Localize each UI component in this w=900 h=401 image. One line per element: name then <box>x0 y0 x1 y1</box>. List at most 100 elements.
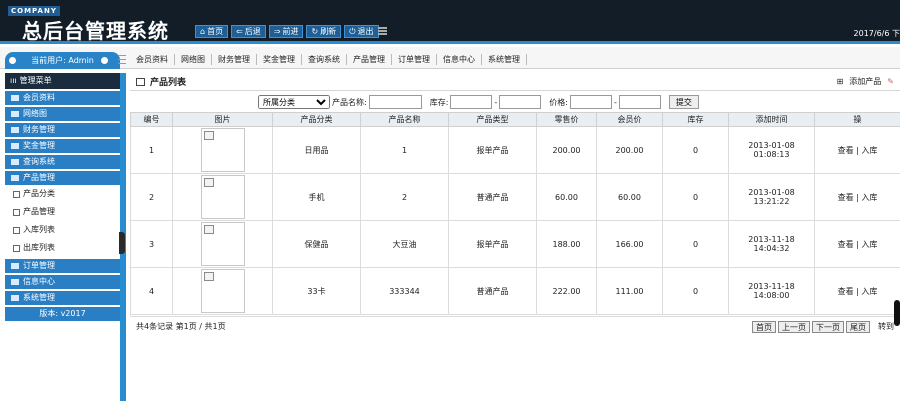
version-label: 版本: v2017 <box>5 307 120 321</box>
col-id: 编号 <box>130 112 173 127</box>
last-page-button[interactable]: 尾页 <box>846 320 870 333</box>
sidebar-sub-category[interactable]: 产品分类 <box>5 185 120 203</box>
module-system[interactable]: 系统管理 <box>482 54 527 65</box>
category-select[interactable]: 所属分类 <box>258 95 330 109</box>
module-product[interactable]: 产品管理 <box>347 54 392 65</box>
cell-id: 2 <box>130 173 173 221</box>
sidebar-item-query[interactable]: 查询系统 <box>5 155 120 169</box>
home-icon: ⌂ <box>200 27 206 36</box>
price-max-input[interactable] <box>618 95 661 109</box>
scrollbar-thumb[interactable] <box>894 300 900 326</box>
cell-name: 大豆油 <box>360 220 449 268</box>
folder-icon <box>11 111 19 117</box>
module-member[interactable]: 会员资料 <box>130 54 175 65</box>
cell-image <box>172 173 273 221</box>
table-row: 1 日用品 1 报单产品 200.00 200.00 0 2013-01-08 … <box>130 126 900 174</box>
prev-page-button[interactable]: 上一页 <box>778 320 810 333</box>
cell-member: 111.00 <box>596 267 663 315</box>
cell-category: 手机 <box>272 173 361 221</box>
folder-icon <box>11 295 19 301</box>
cell-retail: 60.00 <box>536 173 597 221</box>
cell-retail: 188.00 <box>536 220 597 268</box>
col-time: 添加时间 <box>728 112 815 127</box>
first-page-button[interactable]: 首页 <box>752 320 776 333</box>
folder-icon <box>11 159 19 165</box>
sidebar-sub-stock-out[interactable]: 出库列表 <box>5 239 120 257</box>
sidebar-item-finance[interactable]: 财务管理 <box>5 123 120 137</box>
sidebar-title: ııı 管理菜单 <box>5 73 120 89</box>
cell-stock: 0 <box>662 267 729 315</box>
record-summary: 共4条记录 第1页 / 共1页 <box>136 322 226 331</box>
cell-member: 60.00 <box>596 173 663 221</box>
document-icon <box>13 226 20 234</box>
row-actions-link[interactable]: 查看 | 入库 <box>814 126 900 174</box>
price-min-input[interactable] <box>570 95 612 109</box>
cell-time: 2013-01-08 13:21:22 <box>728 173 815 221</box>
forward-arrow-icon: ⇒ <box>273 27 281 36</box>
collapse-handle[interactable] <box>119 232 125 254</box>
sidebar-sub-manage[interactable]: 产品管理 <box>5 203 120 221</box>
panel-header: 产品列表 ⊞ 添加产品 ✎ <box>130 73 900 91</box>
cell-image <box>172 126 273 174</box>
forward-button[interactable]: ⇒ 前进 <box>268 25 304 38</box>
col-image: 图片 <box>172 112 273 127</box>
stock-min-input[interactable] <box>450 95 493 109</box>
col-member: 会员价 <box>596 112 663 127</box>
cell-stock: 0 <box>662 220 729 268</box>
submit-button[interactable]: 提交 <box>668 95 699 109</box>
sidebar-item-system[interactable]: 系统管理 <box>5 291 120 305</box>
col-retail: 零售价 <box>536 112 597 127</box>
edit-icon[interactable]: ✎ <box>887 77 894 86</box>
cell-time: 2013-01-08 01:08:13 <box>728 126 815 174</box>
row-actions-link[interactable]: 查看 | 入库 <box>814 173 900 221</box>
sidebar-item-info[interactable]: 信息中心 <box>5 275 120 289</box>
menu-icon[interactable] <box>378 27 387 35</box>
module-finance[interactable]: 财务管理 <box>212 54 257 65</box>
home-button[interactable]: ⌂ 首页 <box>195 25 229 38</box>
back-button[interactable]: ⇐ 后退 <box>231 25 266 38</box>
sidebar-sub-stock-in[interactable]: 入库列表 <box>5 221 120 239</box>
panel-actions: ⊞ 添加产品 ✎ <box>837 76 894 87</box>
cell-id: 3 <box>130 220 173 268</box>
sidebar-item-network[interactable]: 网络图 <box>5 107 120 121</box>
list-icon <box>136 77 145 86</box>
filter-bar: 所属分类 产品名称: 库存: - 价格: - 提交 <box>130 94 900 110</box>
cell-name: 333344 <box>360 267 449 315</box>
sidebar-item-product[interactable]: 产品管理 <box>5 171 120 185</box>
stock-max-input[interactable] <box>499 95 542 109</box>
module-order[interactable]: 订单管理 <box>392 54 437 65</box>
cell-type: 报单产品 <box>448 126 537 174</box>
table-row: 4 33卡 333344 普通产品 222.00 111.00 0 2013-1… <box>130 267 900 315</box>
pager-buttons: 首页 上一页 下一页 尾页 转到 <box>752 320 894 333</box>
sidebar-item-member[interactable]: 会员资料 <box>5 91 120 105</box>
folder-icon <box>11 143 19 149</box>
module-bonus[interactable]: 奖金管理 <box>257 54 302 65</box>
cell-time: 2013-11-18 14:08:00 <box>728 267 815 315</box>
cell-type: 普通产品 <box>448 267 537 315</box>
module-query[interactable]: 查询系统 <box>302 54 347 65</box>
module-nav: 会员资料 网络图 财务管理 奖金管理 查询系统 产品管理 订单管理 信息中心 系… <box>118 54 527 65</box>
cell-retail: 222.00 <box>536 267 597 315</box>
table-header-row: 编号 图片 产品分类 产品名称 产品类型 零售价 会员价 库存 添加时间 操 <box>130 112 900 127</box>
row-actions-link[interactable]: 查看 | 入库 <box>814 267 900 315</box>
module-network[interactable]: 网络图 <box>175 54 212 65</box>
goto-label: 转到 <box>878 322 894 331</box>
logout-button[interactable]: ⏻ 退出 <box>344 25 379 38</box>
add-product-button[interactable]: 添加产品 <box>849 76 881 87</box>
name-input[interactable] <box>368 95 422 109</box>
sidebar-item-order[interactable]: 订单管理 <box>5 259 120 273</box>
next-page-button[interactable]: 下一页 <box>812 320 844 333</box>
row-actions-link[interactable]: 查看 | 入库 <box>814 220 900 268</box>
table-row: 3 保健品 大豆油 报单产品 188.00 166.00 0 2013-11-1… <box>130 220 900 268</box>
broken-image-icon <box>200 269 245 313</box>
current-user-label: 当前用户: Admin <box>31 56 94 65</box>
sidebar-item-bonus[interactable]: 奖金管理 <box>5 139 120 153</box>
page-title: 产品列表 <box>136 75 186 88</box>
cell-category: 日用品 <box>272 126 361 174</box>
date-display: 2017/6/6 下 <box>853 29 900 38</box>
refresh-button[interactable]: ↻ 刷新 <box>306 25 342 38</box>
module-info[interactable]: 信息中心 <box>437 54 482 65</box>
grip-icon <box>118 55 126 64</box>
cell-member: 200.00 <box>596 126 663 174</box>
folder-icon <box>11 175 19 181</box>
